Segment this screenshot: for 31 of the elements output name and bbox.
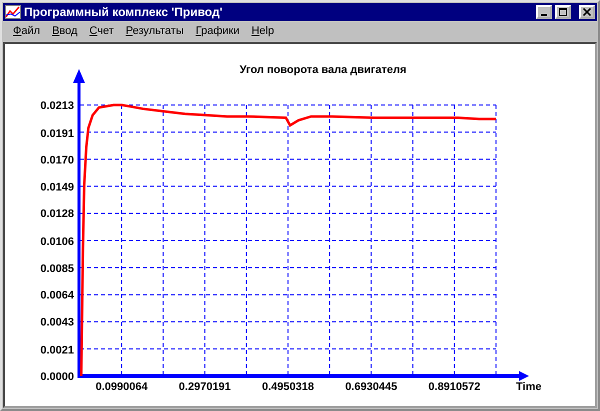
menu-item[interactable]: Счет xyxy=(83,24,120,36)
window-title: Программный комплекс 'Привод' xyxy=(24,5,224,19)
y-tick-label: 0.0064 xyxy=(40,290,74,302)
chart-title: Угол поворота вала двигателя xyxy=(240,64,406,76)
x-tick-label: 0.0990064 xyxy=(96,381,148,393)
close-icon xyxy=(583,8,591,16)
y-tick-label: 0.0106 xyxy=(40,236,74,248)
menu-item[interactable]: Help xyxy=(245,24,280,36)
y-tick-label: 0.0149 xyxy=(40,181,74,194)
menu-item[interactable]: Файл xyxy=(7,24,46,36)
y-tick-label: 0.0213 xyxy=(40,100,74,112)
x-tick-label: 0.8910572 xyxy=(428,381,480,393)
x-tick-label: 0.6930445 xyxy=(345,381,398,393)
y-tick-label: 0.0128 xyxy=(40,208,74,220)
y-tick-label: 0.0191 xyxy=(40,128,74,140)
y-tick-label: 0.0170 xyxy=(40,154,74,167)
y-tick-label: 0.0043 xyxy=(40,316,74,328)
y-tick-label: 0.0085 xyxy=(40,262,74,275)
y-tick-label: 0.0000 xyxy=(40,371,74,383)
x-tick-label: 0.4950318 xyxy=(262,381,314,393)
close-button[interactable] xyxy=(579,5,595,19)
x-tick-label: 0.2970191 xyxy=(178,381,231,393)
menu-item[interactable]: Ввод xyxy=(46,24,84,36)
x-axis-label: Time xyxy=(516,381,542,393)
maximize-icon xyxy=(559,8,567,16)
menu-item[interactable]: Результаты xyxy=(120,24,190,36)
chart-icon xyxy=(5,5,21,19)
y-tick-label: 0.0021 xyxy=(40,344,74,356)
menu-item[interactable]: Графики xyxy=(190,24,246,36)
maximize-button[interactable] xyxy=(555,5,571,19)
minimize-button[interactable] xyxy=(536,5,552,19)
